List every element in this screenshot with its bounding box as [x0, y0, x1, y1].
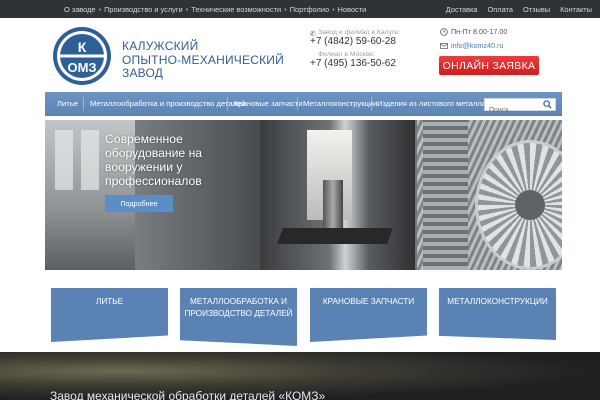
logo-text-top: К — [78, 39, 87, 55]
main-nav: Литье Металлообработка и производство де… — [45, 92, 562, 116]
top-nav-reviews[interactable]: Отзывы — [523, 5, 550, 14]
top-nav-contacts[interactable]: Контакты — [560, 5, 592, 14]
brand-line: ОПЫТНО-МЕХАНИЧЕСКИЙ — [122, 52, 284, 67]
top-nav-separator: • — [185, 4, 189, 14]
top-nav-delivery[interactable]: Доставка — [446, 5, 478, 14]
top-nav-payment[interactable]: Оплата — [488, 5, 513, 14]
email-text[interactable]: info@komz40.ru — [451, 41, 503, 50]
top-nav-portfolio[interactable]: Портфолио — [290, 5, 329, 14]
top-nav-capabilities[interactable]: Технические возможности — [191, 5, 281, 14]
hero-line: вооружении у — [105, 160, 183, 174]
nav-item-metalworking[interactable]: Металлообработка и производство деталей — [90, 92, 245, 116]
kaluga-label: Завод и филиал в Калуге: — [318, 29, 400, 36]
hero-line: профессионалов — [105, 174, 202, 188]
online-order-button[interactable]: ОНЛАЙН ЗАЯВКА — [439, 56, 539, 75]
nav-item-crane-parts[interactable]: Крановые запчасти — [234, 92, 303, 116]
tile-crane-parts[interactable]: КРАНОВЫЕ ЗАПЧАСТИ — [310, 288, 427, 342]
clock-icon — [440, 27, 448, 36]
top-nav-left: О заводе • Производство и услуги • Техни… — [64, 0, 366, 18]
top-nav-right: Доставка Оплата Отзывы Контакты — [436, 0, 592, 18]
hero-more-button[interactable]: Подробнее — [105, 195, 173, 212]
top-nav-news[interactable]: Новости — [338, 5, 367, 14]
section-title: Завод механической обработки деталей «КО… — [50, 389, 326, 400]
top-nav-separator: • — [98, 4, 102, 14]
tile-label: КРАНОВЫЕ ЗАПЧАСТИ — [322, 297, 415, 306]
search-input[interactable] — [485, 105, 541, 116]
brand-line: ЗАВОД — [122, 66, 164, 80]
mail-icon — [440, 42, 448, 49]
top-nav-separator: • — [332, 4, 335, 14]
contacts-block: ✆ Завод и филиал в Калуге: +7 (4842) 59-… — [310, 29, 420, 69]
nav-item-casting[interactable]: Литье — [57, 92, 78, 116]
top-nav-production[interactable]: Производство и услуги — [104, 5, 183, 14]
top-nav-about[interactable]: О заводе — [64, 5, 96, 14]
tile-metal-structures[interactable]: МЕТАЛЛОКОНСТРУКЦИИ — [439, 288, 556, 340]
kaluga-phone[interactable]: +7 (4842) 59-60-28 — [310, 36, 420, 47]
nav-item-sheet-metal[interactable]: Изделия из листового металла — [377, 92, 486, 116]
hours-text: Пн-Пт 8.00-17.00 — [451, 27, 508, 36]
brand-name: КАЛУЖСКИЙ ОПЫТНО-МЕХАНИЧЕСКИЙ ЗАВОД — [122, 39, 284, 81]
company-logo[interactable]: К ОМЗ — [52, 26, 112, 86]
phone-icon: ✆ — [310, 31, 316, 38]
moscow-phone[interactable]: +7 (495) 136-50-62 — [310, 58, 420, 69]
working-hours: Пн-Пт 8.00-17.00 — [440, 27, 507, 36]
top-nav-separator: • — [284, 4, 287, 14]
tile-metalworking[interactable]: МЕТАЛЛООБРАБОТКА И ПРОИЗВОДСТВО ДЕТАЛЕЙ — [180, 288, 297, 346]
tile-label: МЕТАЛЛОКОНСТРУКЦИИ — [447, 297, 548, 306]
hero-line: оборудование на — [105, 146, 203, 160]
moscow-label: Филиал в Москве: — [318, 51, 375, 58]
hero-headline: Современное оборудование на вооружении у… — [105, 132, 202, 188]
search-box — [484, 98, 556, 116]
email-link[interactable]: info@komz40.ru — [440, 41, 503, 50]
tile-label: ЛИТЬЕ — [95, 297, 124, 306]
search-icon[interactable] — [543, 100, 552, 109]
hero-line: Современное — [105, 132, 183, 146]
tile-casting[interactable]: ЛИТЬЕ — [51, 288, 168, 342]
tile-label: МЕТАЛЛООБРАБОТКА И — [190, 297, 287, 306]
brand-line: КАЛУЖСКИЙ — [122, 39, 199, 53]
logo-text-bottom: ОМЗ — [67, 60, 96, 75]
tile-label: ПРОИЗВОДСТВО ДЕТАЛЕЙ — [184, 309, 293, 318]
nav-item-metal-structures[interactable]: Металлоконструкции — [303, 92, 377, 116]
